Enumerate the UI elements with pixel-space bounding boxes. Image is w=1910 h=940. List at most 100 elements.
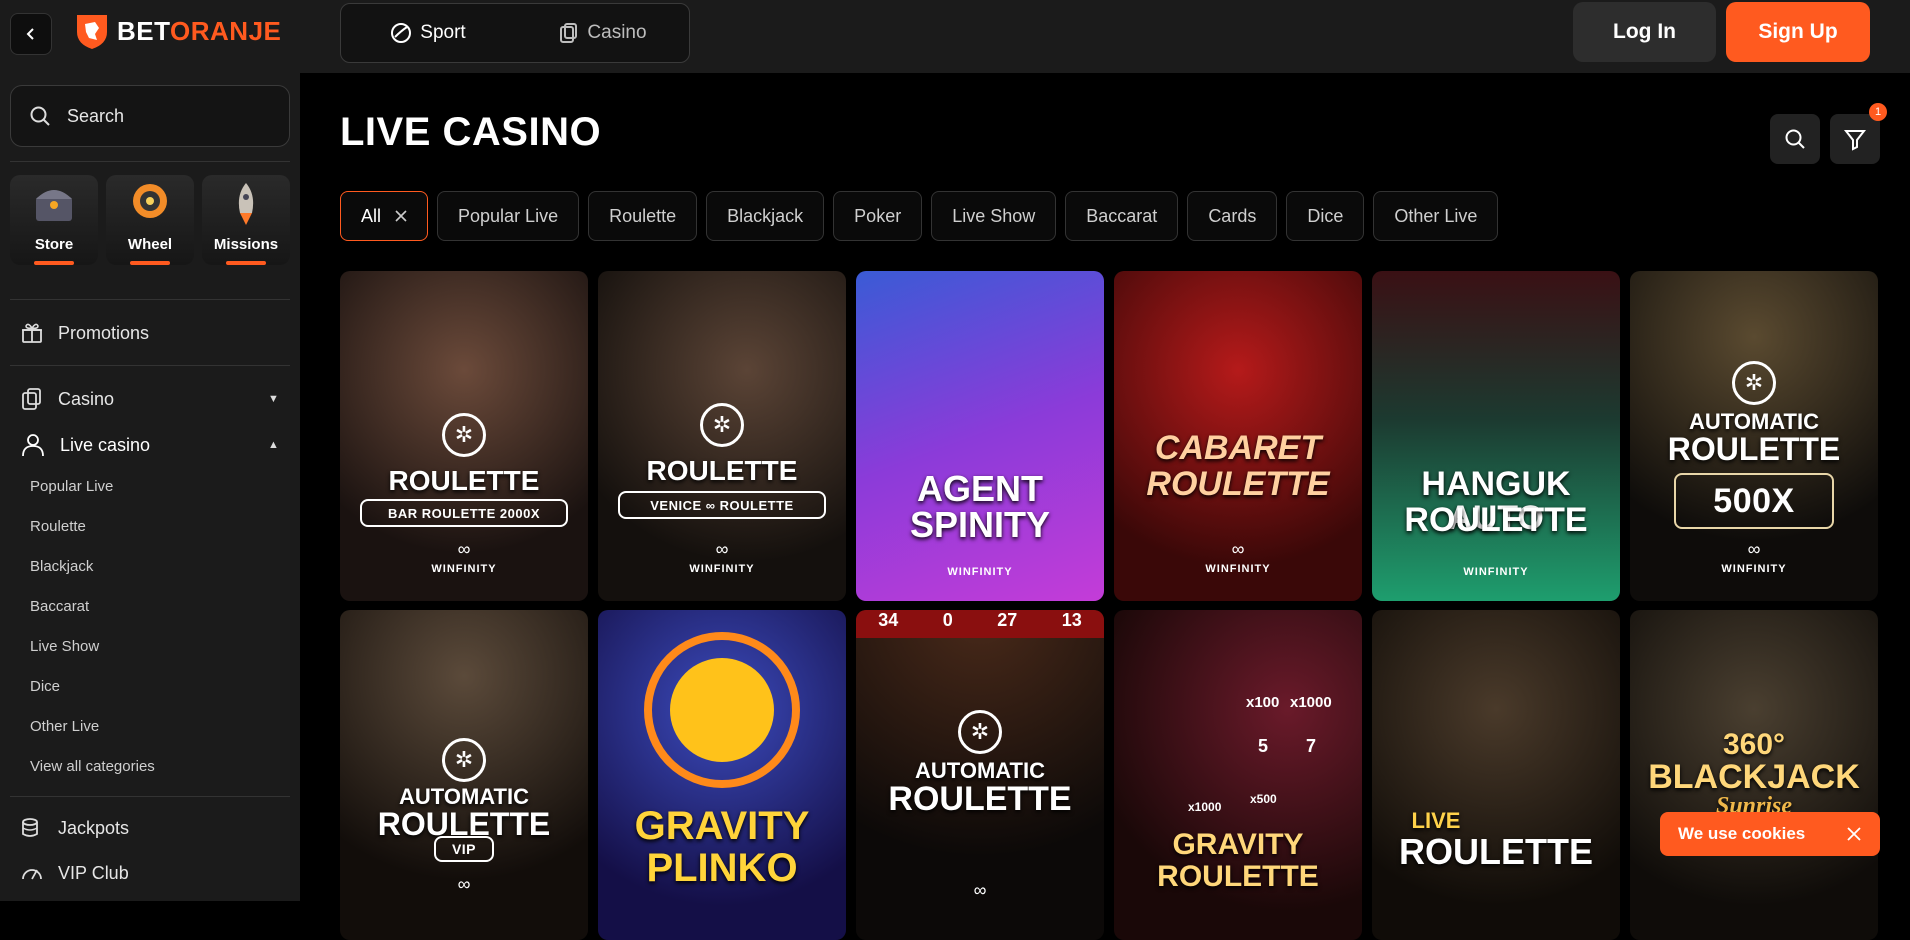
game-card-gravity-roulette[interactable]: x100 x1000 5 7 x1000 x500 GRAVITY ROULET… (1114, 610, 1362, 940)
close-icon[interactable] (395, 210, 407, 222)
sidebar-subitem-other-live[interactable]: Other Live (30, 718, 99, 735)
dealer-icon (22, 434, 44, 457)
chip-roulette[interactable]: Roulette (588, 191, 698, 241)
filter-icon (1843, 130, 1867, 151)
search-input[interactable] (65, 104, 265, 128)
page-title: LIVE CASINO (340, 110, 602, 154)
multiplier-label: 5 (1258, 736, 1269, 756)
game-title-line2: ROULETTE (1399, 831, 1593, 872)
tile-missions[interactable]: Missions (202, 175, 290, 265)
gift-icon (22, 323, 42, 343)
roulette-wheel-icon: ✲ (958, 710, 1002, 754)
tab-casino[interactable]: Casino (515, 22, 689, 44)
provider-logo-icon: ∞ (1231, 539, 1245, 559)
roulette-wheel-icon: ✲ (442, 413, 486, 457)
game-title-line2: SPINITY (909, 504, 1051, 545)
chip-all[interactable]: All (340, 191, 429, 241)
game-provider: WINFINITY (947, 566, 1013, 578)
chip-other-live[interactable]: Other Live (1373, 191, 1499, 241)
sidebar-item-label: VIP Club (58, 862, 129, 883)
close-icon[interactable] (1846, 826, 1862, 842)
sidebar-item-live-casino[interactable]: Live casino ▲ (20, 432, 280, 458)
wheel-number: 34 (878, 610, 899, 630)
tile-indicator (130, 261, 170, 265)
game-card-bar-roulette[interactable]: ✲ ROULETTE BAR ROULETTE 2000X ∞ WINFINIT… (340, 271, 588, 601)
game-title-line1: GRAVITY (1172, 828, 1304, 861)
chip-blackjack[interactable]: Blackjack (706, 191, 825, 241)
casino-cards-icon (560, 23, 578, 43)
chip-cards[interactable]: Cards (1187, 191, 1278, 241)
tab-sport[interactable]: Sport (341, 22, 515, 44)
back-button[interactable] (10, 13, 52, 55)
sidebar-item-promotions[interactable]: Promotions (20, 321, 149, 345)
search-button[interactable] (1770, 114, 1820, 164)
multiplier-label: 7 (1306, 736, 1317, 756)
mode-switch: Sport Casino (340, 3, 690, 63)
game-title-line1: AUTOMATIC (399, 784, 529, 809)
sidebar-subitem-popular-live[interactable]: Popular Live (30, 478, 113, 495)
wheel-number: 27 (997, 610, 1018, 630)
game-provider: WINFINITY (1463, 566, 1529, 578)
chip-popular-live[interactable]: Popular Live (437, 191, 580, 241)
sidebar-item-jackpots[interactable]: Jackpots (20, 816, 129, 840)
game-card-automatic-roulette[interactable]: 34 0 27 13 ✲ AUTOMATIC ROULETTE ∞ (856, 610, 1104, 940)
tab-sport-label: Sport (420, 22, 466, 43)
search-icon (30, 106, 50, 126)
game-card-gravity-plinko[interactable]: GRAVITY PLINKO (598, 610, 846, 940)
coins-icon (22, 818, 38, 837)
chip-baccarat[interactable]: Baccarat (1065, 191, 1179, 241)
lion-shield-icon (77, 15, 107, 49)
tile-indicator (226, 261, 266, 265)
game-title-line2: ROULETTE (1667, 431, 1841, 467)
chip-live-show[interactable]: Live Show (931, 191, 1057, 241)
tile-store[interactable]: Store (10, 175, 98, 265)
game-provider: WINFINITY (1205, 563, 1271, 575)
chip-dice[interactable]: Dice (1286, 191, 1365, 241)
cookie-text: We use cookies (1678, 824, 1806, 843)
game-provider: WINFINITY (689, 563, 755, 575)
game-title-line1: CABARET (1154, 429, 1322, 467)
sidebar-subitem-live-show[interactable]: Live Show (30, 638, 99, 655)
game-card-automatic-roulette-500x[interactable]: ✲ AUTOMATIC ROULETTE 500X ∞ WINFINITY (1630, 271, 1878, 601)
game-title-line1: GRAVITY (634, 804, 810, 848)
signup-button[interactable]: Sign Up (1726, 2, 1870, 62)
game-subtitle: VIP (434, 836, 494, 862)
game-card-hanguk-auto-roulette[interactable]: HANGUK AUTO ROULETTE WINFINITY (1372, 271, 1620, 601)
tile-wheel[interactable]: Wheel (106, 175, 194, 265)
game-card-automatic-roulette-vip[interactable]: ✲ AUTOMATIC ROULETTE VIP ∞ (340, 610, 588, 940)
game-card-360-blackjack-sunrise[interactable]: 360° BLACKJACK Sunrise (1630, 610, 1878, 940)
sidebar-subitem-roulette[interactable]: Roulette (30, 518, 86, 535)
filter-count-badge: 1 (1869, 103, 1887, 121)
game-provider: WINFINITY (1721, 563, 1787, 575)
top-bar: BETORANJE Sport Casino Log In Sign Up (0, 0, 1910, 73)
logo[interactable]: BETORANJE (75, 12, 281, 50)
sidebar-subitem-blackjack[interactable]: Blackjack (30, 558, 93, 575)
filter-button[interactable] (1830, 114, 1880, 164)
game-card-venice-roulette[interactable]: ✲ ROULETTE VENICE ∞ ROULETTE ∞ WINFINITY (598, 271, 846, 601)
casino-cards-icon (22, 388, 41, 410)
multiplier-label: x1000 (1290, 694, 1332, 711)
game-card-cabaret-roulette[interactable]: CABARET ROULETTE ∞ WINFINITY (1114, 271, 1362, 601)
game-card-agent-spinity[interactable]: AGENT SPINITY WINFINITY (856, 271, 1104, 601)
logo-bet: BET (117, 15, 171, 46)
sidebar-subitem-dice[interactable]: Dice (30, 678, 60, 695)
sidebar-search[interactable] (10, 85, 290, 147)
tile-indicator (34, 261, 74, 265)
chip-poker[interactable]: Poker (833, 191, 923, 241)
search-icon (1785, 129, 1805, 149)
sidebar-subitem-baccarat[interactable]: Baccarat (30, 598, 89, 615)
sidebar-subitem-view-all[interactable]: View all categories (30, 758, 155, 775)
sidebar-item-casino[interactable]: Casino ▼ (20, 387, 280, 411)
game-title-line2: PLINKO (646, 846, 798, 890)
login-button[interactable]: Log In (1573, 2, 1716, 62)
game-subtitle: BAR ROULETTE 2000X (360, 499, 568, 527)
category-chips: All Popular Live Roulette Blackjack Poke… (340, 191, 1499, 241)
game-subtitle: 500X (1674, 473, 1834, 529)
sidebar-item-label: Jackpots (58, 817, 130, 838)
sidebar-item-vip-club[interactable]: VIP Club (20, 861, 129, 885)
provider-logo-icon: ∞ (973, 880, 987, 900)
divider (10, 299, 290, 300)
divider (10, 161, 290, 162)
sidebar-item-label: Promotions (58, 322, 150, 343)
game-card-live-roulette[interactable]: LIVE ROULETTE (1372, 610, 1620, 940)
